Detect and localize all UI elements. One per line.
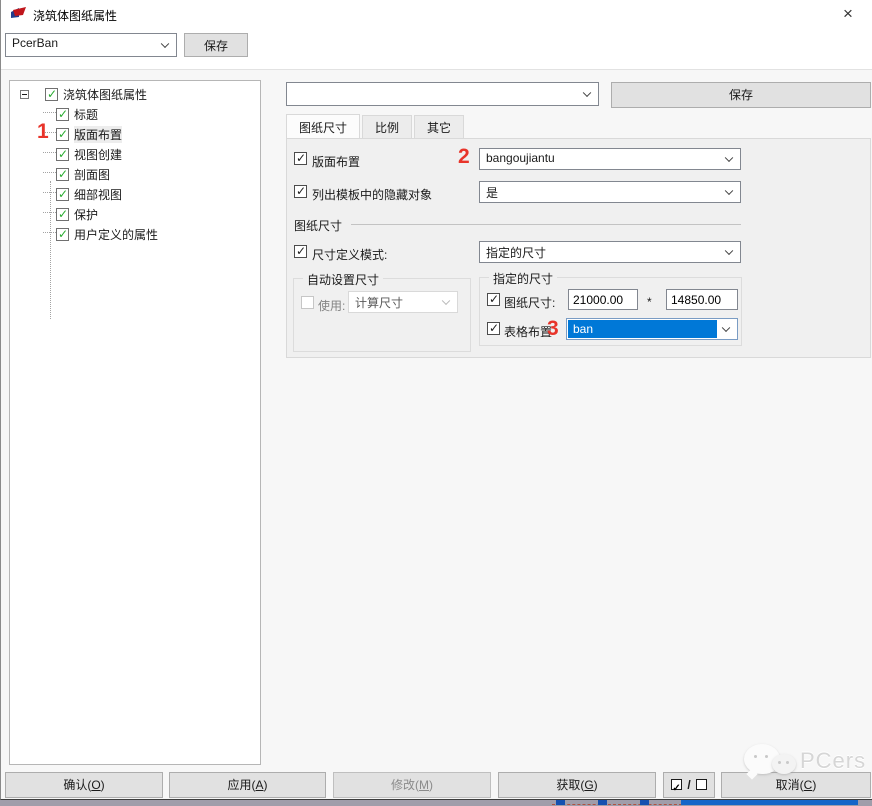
chevron-down-icon <box>161 40 169 48</box>
drawing-properties-dialog: 浇筑体图纸属性 × PcerBan 保存 浇筑体图纸属性 标题 版面布置 <box>0 0 872 800</box>
preset-combobox[interactable]: PcerBan <box>5 33 177 57</box>
chevron-down-icon <box>722 324 730 332</box>
apply-button[interactable]: 应用(A) <box>169 772 326 798</box>
tab-strip: 图纸尺寸 比例 其它 <box>286 115 466 138</box>
tree-item-checkbox[interactable] <box>56 228 69 241</box>
annotation-2: 2 <box>458 145 470 169</box>
wechat-bubble-small-icon <box>772 754 796 774</box>
tab-other[interactable]: 其它 <box>414 115 464 138</box>
size-mode-checkbox[interactable] <box>294 245 307 258</box>
sheet-size-checkbox[interactable] <box>487 293 500 306</box>
tree-item-checkbox[interactable] <box>56 168 69 181</box>
hidden-objects-label: 列出模板中的隐藏对象 <box>312 186 432 203</box>
table-layout-combobox[interactable]: ban <box>566 318 738 340</box>
autosize-use-label: 使用: <box>318 297 345 314</box>
table-layout-selected-value: ban <box>568 320 717 338</box>
specified-size-group-title: 指定的尺寸 <box>489 270 557 287</box>
preset-combobox-value: PcerBan <box>12 36 58 50</box>
layout-label: 版面布置 <box>312 153 360 170</box>
chevron-down-icon <box>725 247 733 255</box>
tree-root-checkbox[interactable] <box>45 88 58 101</box>
table-layout-label: 表格布置 <box>504 323 552 340</box>
annotation-3: 3 <box>547 317 559 341</box>
drawing-size-section-label: 图纸尺寸 <box>294 217 342 234</box>
hidden-objects-checkbox[interactable] <box>294 185 307 198</box>
checked-box-icon <box>671 779 682 790</box>
tree-item-checkbox[interactable] <box>56 148 69 161</box>
tree-item-checkbox[interactable] <box>56 108 69 121</box>
window-title: 浇筑体图纸属性 <box>33 7 117 24</box>
sheet-width-input[interactable] <box>568 289 638 310</box>
chevron-down-icon <box>442 297 450 305</box>
tree-item-section-view[interactable]: 剖面图 <box>56 165 110 183</box>
tree-item-layout[interactable]: 版面布置 <box>56 125 122 143</box>
get-button[interactable]: 获取(G) <box>498 772 656 798</box>
annotation-1: 1 <box>37 120 49 144</box>
close-icon[interactable]: × <box>833 2 863 26</box>
tree-item-checkbox[interactable] <box>56 208 69 221</box>
tree-item-checkbox[interactable] <box>56 128 69 141</box>
ok-button[interactable]: 确认(O) <box>5 772 163 798</box>
sheet-size-label: 图纸尺寸: <box>504 294 555 311</box>
watermark-text: PCers <box>800 748 866 774</box>
tree-connector-line <box>50 181 51 319</box>
chevron-down-icon <box>583 89 591 97</box>
unchecked-box-icon <box>696 779 707 790</box>
hidden-objects-combobox[interactable]: 是 <box>479 181 741 203</box>
tree-item-checkbox[interactable] <box>56 188 69 201</box>
tree-item-detail-view[interactable]: 细部视图 <box>56 185 122 203</box>
page-save-button[interactable]: 保存 <box>611 82 871 108</box>
wechat-bubble-icon <box>744 744 780 774</box>
size-mode-combobox[interactable]: 指定的尺寸 <box>479 241 741 263</box>
toggle-all-checkboxes-button[interactable]: / <box>663 772 715 798</box>
save-preset-button[interactable]: 保存 <box>184 33 248 57</box>
section-divider <box>351 224 741 225</box>
layout-combobox[interactable]: bangoujiantu <box>479 148 741 170</box>
tab-scale[interactable]: 比例 <box>362 115 412 138</box>
tree-item-title[interactable]: 标题 <box>56 105 98 123</box>
tree-item-protection[interactable]: 保护 <box>56 205 98 223</box>
sheet-size-times: * <box>647 295 652 309</box>
preset-toolbar: PcerBan 保存 <box>1 28 872 70</box>
options-tree-panel: 浇筑体图纸属性 标题 版面布置 视图创建 剖面图 细部视图 <box>9 80 261 765</box>
tree-root-row[interactable]: 浇筑体图纸属性 <box>20 85 147 103</box>
tab-drawing-size[interactable]: 图纸尺寸 <box>286 114 360 138</box>
page-preset-combobox[interactable] <box>286 82 599 106</box>
chevron-down-icon <box>725 187 733 195</box>
table-layout-checkbox[interactable] <box>487 322 500 335</box>
layout-checkbox[interactable] <box>294 152 307 165</box>
tree-item-view-creation[interactable]: 视图创建 <box>56 145 122 163</box>
app-icon <box>10 6 28 22</box>
tree-item-user-attributes[interactable]: 用户定义的属性 <box>56 225 158 243</box>
cancel-button[interactable]: 取消(C) <box>721 772 871 798</box>
title-bar: 浇筑体图纸属性 × <box>1 0 872 28</box>
collapse-icon[interactable] <box>20 90 29 99</box>
autosize-combobox: 计算尺寸 <box>348 291 458 313</box>
background-window-strip <box>0 800 872 806</box>
sheet-height-input[interactable] <box>666 289 738 310</box>
tree-root-label[interactable]: 浇筑体图纸属性 <box>63 86 147 103</box>
autosize-group-title: 自动设置尺寸 <box>303 271 383 288</box>
modify-button: 修改(M) <box>333 772 491 798</box>
autosize-groupbox: 自动设置尺寸 <box>293 278 471 352</box>
chevron-down-icon <box>725 154 733 162</box>
size-mode-label: 尺寸定义模式: <box>312 246 387 263</box>
autosize-use-checkbox[interactable] <box>301 296 314 309</box>
